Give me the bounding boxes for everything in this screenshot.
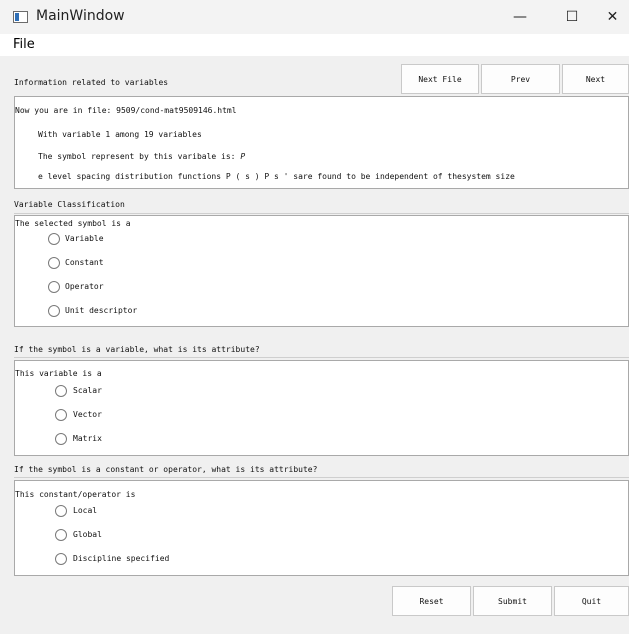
- divider: [14, 477, 629, 478]
- radio-label-local: Local: [73, 506, 98, 515]
- symbol-value: P: [240, 152, 246, 161]
- prev-button[interactable]: Prev: [481, 64, 560, 94]
- radio-label-vector: Vector: [73, 410, 102, 419]
- title-bar: MainWindow — ☐ ✕: [0, 0, 629, 34]
- radio-label-variable: Variable: [65, 234, 104, 243]
- divider: [14, 213, 629, 214]
- window-title: MainWindow: [36, 8, 125, 24]
- context-text: e level spacing distribution functions P…: [38, 172, 515, 181]
- constant-attr-prompt: This constant/operator is: [15, 490, 136, 499]
- radio-label-constant: Constant: [65, 258, 104, 267]
- radio-variable[interactable]: [48, 233, 60, 245]
- classification-prompt: The selected symbol is a: [15, 219, 131, 228]
- next-file-button[interactable]: Next File: [401, 64, 479, 94]
- app-window-icon: [13, 11, 28, 23]
- variable-attr-prompt: This variable is a: [15, 369, 102, 378]
- reset-button[interactable]: Reset: [392, 586, 471, 616]
- menu-file[interactable]: File: [13, 37, 35, 52]
- radio-scalar[interactable]: [55, 385, 67, 397]
- current-file-text: Now you are in file: 9509/cond-mat950914…: [15, 106, 237, 115]
- radio-unit-descriptor[interactable]: [48, 305, 60, 317]
- menu-bar: [0, 34, 629, 56]
- radio-vector[interactable]: [55, 409, 67, 421]
- submit-button[interactable]: Submit: [473, 586, 552, 616]
- symbol-text: The symbol represent by this varibale is…: [38, 152, 246, 161]
- radio-label-operator: Operator: [65, 282, 104, 291]
- radio-label-matrix: Matrix: [73, 434, 102, 443]
- close-button[interactable]: ✕: [596, 0, 629, 34]
- radio-operator[interactable]: [48, 281, 60, 293]
- minimize-button[interactable]: —: [498, 0, 542, 34]
- constant-attr-title: If the symbol is a constant or operator,…: [14, 465, 318, 474]
- radio-discipline-specified[interactable]: [55, 553, 67, 565]
- divider: [14, 357, 629, 358]
- variable-attr-title: If the symbol is a variable, what is its…: [14, 345, 260, 354]
- radio-constant[interactable]: [48, 257, 60, 269]
- classification-title: Variable Classification: [14, 200, 125, 209]
- next-button[interactable]: Next: [562, 64, 629, 94]
- quit-button[interactable]: Quit: [554, 586, 629, 616]
- variable-attr-panel: [14, 360, 629, 456]
- maximize-button[interactable]: ☐: [550, 0, 594, 34]
- radio-matrix[interactable]: [55, 433, 67, 445]
- radio-label-discipline-specified: Discipline specified: [73, 554, 170, 563]
- radio-label-scalar: Scalar: [73, 386, 102, 395]
- radio-local[interactable]: [55, 505, 67, 517]
- radio-label-unit-descriptor: Unit descriptor: [65, 306, 138, 315]
- info-header-label: Information related to variables: [14, 78, 169, 87]
- radio-label-global: Global: [73, 530, 102, 539]
- variable-index-text: With variable 1 among 19 variables: [38, 130, 202, 139]
- radio-global[interactable]: [55, 529, 67, 541]
